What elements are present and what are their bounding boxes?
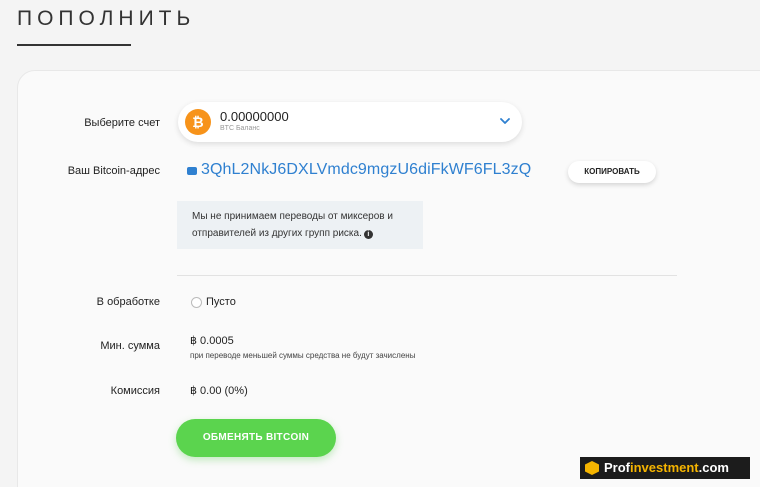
- watermark: Profinvestment.com: [580, 457, 750, 479]
- wallet-icon: [187, 167, 197, 175]
- risk-notice: Мы не принимаем переводы от миксеров и о…: [177, 201, 423, 249]
- address-label: Ваш Bitcoin-адрес: [67, 165, 160, 177]
- balance-caption: BTC Баланс: [220, 125, 260, 132]
- account-label: Выберите счет: [84, 117, 160, 129]
- min-amount-label: Мин. сумма: [100, 340, 160, 352]
- info-icon[interactable]: i: [363, 230, 373, 239]
- risk-notice-text: Мы не принимаем переводы от миксеров и о…: [192, 211, 393, 239]
- exchange-bitcoin-button[interactable]: ОБМЕНЯТЬ BITCOIN: [176, 419, 336, 457]
- fee-label: Комиссия: [110, 385, 160, 397]
- title-underline: [17, 44, 131, 46]
- bitcoin-address[interactable]: 3QhL2NkJ6DXLVmdc9mgzU6diFkWF6FL3zQ: [201, 161, 531, 179]
- watermark-highlight: investment: [630, 460, 699, 475]
- watermark-prefix: Prof: [604, 460, 630, 475]
- processing-value: Пусто: [206, 296, 236, 308]
- divider: [177, 275, 677, 276]
- fee-value: ฿ 0.00 (0%): [190, 385, 248, 397]
- account-select[interactable]: ₿ 0.00000000 BTC Баланс: [178, 102, 522, 142]
- page-title: ПОПОЛНИТЬ: [17, 7, 196, 30]
- processing-radio[interactable]: [191, 297, 202, 308]
- bitcoin-icon: ₿: [185, 109, 211, 135]
- chevron-down-icon[interactable]: [498, 114, 512, 128]
- processing-label: В обработке: [96, 296, 160, 308]
- balance-amount: 0.00000000: [220, 109, 289, 124]
- min-amount-note: при переводе меньшей суммы средства не б…: [190, 351, 416, 360]
- min-amount-value: ฿ 0.0005: [190, 335, 234, 347]
- profinvestment-logo-icon: [585, 461, 599, 475]
- copy-button[interactable]: КОПИРОВАТЬ: [568, 161, 656, 183]
- watermark-suffix: .com: [698, 460, 729, 475]
